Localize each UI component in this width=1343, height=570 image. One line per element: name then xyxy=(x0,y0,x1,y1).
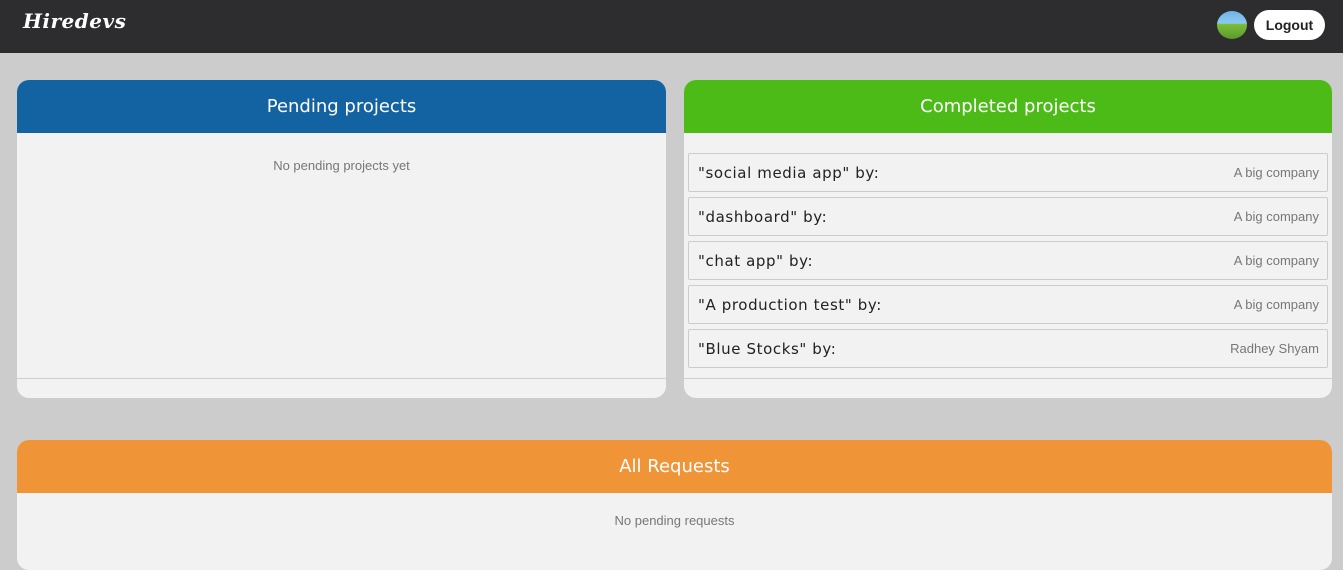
project-company: A big company xyxy=(1233,165,1319,180)
project-name: "chat app" by: xyxy=(698,251,814,270)
project-name: "Blue Stocks" by: xyxy=(698,339,837,358)
user-avatar[interactable] xyxy=(1217,11,1247,39)
completed-projects-header: Completed projects xyxy=(684,80,1332,133)
all-requests-card: All Requests No pending requests xyxy=(17,440,1332,570)
project-item[interactable]: "dashboard" by: A big company xyxy=(688,197,1328,236)
project-company: A big company xyxy=(1233,209,1319,224)
card-footer-divider xyxy=(684,378,1332,379)
brand-logo[interactable]: Hiredevs xyxy=(23,9,126,33)
project-item[interactable]: "Blue Stocks" by: Radhey Shyam xyxy=(688,329,1328,368)
card-footer-divider xyxy=(17,378,666,379)
pending-empty-text: No pending projects yet xyxy=(273,158,410,173)
requests-empty-text: No pending requests xyxy=(614,513,735,528)
all-requests-title: All Requests xyxy=(619,456,730,477)
completed-projects-card: Completed projects "social media app" by… xyxy=(684,80,1332,398)
project-company: Radhey Shyam xyxy=(1230,341,1319,356)
project-name: "A production test" by: xyxy=(698,295,882,314)
pending-projects-header: Pending projects xyxy=(17,80,666,133)
project-item[interactable]: "social media app" by: A big company xyxy=(688,153,1328,192)
pending-projects-card: Pending projects No pending projects yet xyxy=(17,80,666,398)
project-item[interactable]: "chat app" by: A big company xyxy=(688,241,1328,280)
project-company: A big company xyxy=(1233,253,1319,268)
project-name: "social media app" by: xyxy=(698,163,880,182)
navbar: Hiredevs Logout xyxy=(0,0,1343,53)
completed-projects-title: Completed projects xyxy=(920,96,1096,117)
logout-button[interactable]: Logout xyxy=(1254,10,1325,40)
all-requests-header: All Requests xyxy=(17,440,1332,493)
project-name: "dashboard" by: xyxy=(698,207,828,226)
project-item[interactable]: "A production test" by: A big company xyxy=(688,285,1328,324)
completed-project-list: "social media app" by: A big company "da… xyxy=(684,133,1332,368)
project-company: A big company xyxy=(1233,297,1319,312)
pending-projects-title: Pending projects xyxy=(266,96,417,117)
